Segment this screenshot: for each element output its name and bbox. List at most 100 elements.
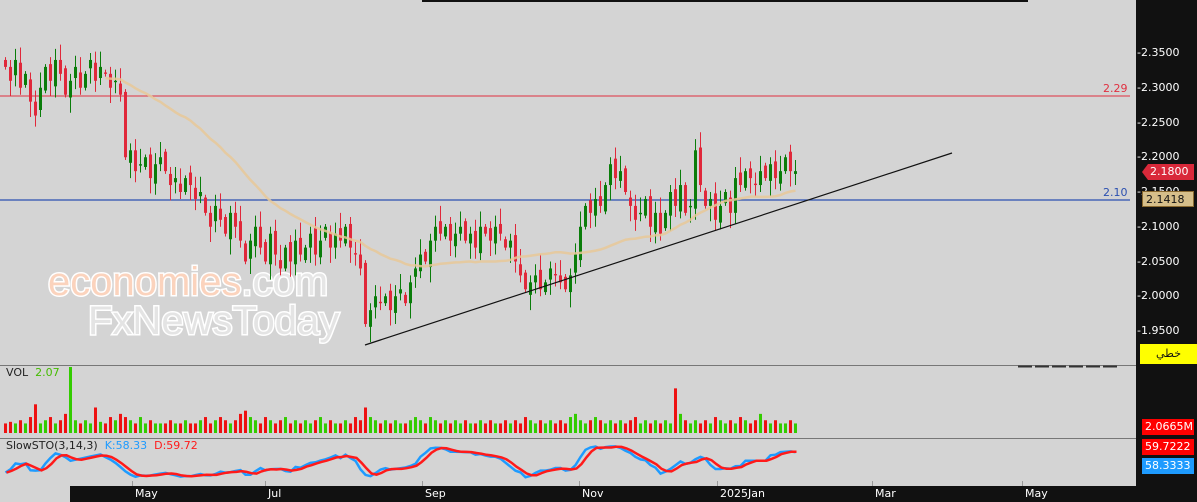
candle bbox=[604, 185, 607, 212]
candle bbox=[629, 197, 632, 206]
last-price-tag: 2.1800 bbox=[1142, 164, 1194, 180]
candle bbox=[294, 240, 297, 265]
candle bbox=[154, 164, 157, 184]
volume-bar bbox=[104, 423, 107, 433]
candle bbox=[209, 212, 212, 227]
volume-bar bbox=[109, 417, 112, 433]
candle bbox=[504, 239, 507, 248]
volume-bar bbox=[119, 413, 122, 433]
candle bbox=[229, 212, 232, 240]
candle bbox=[754, 183, 757, 186]
candle bbox=[29, 79, 32, 102]
candle bbox=[309, 233, 312, 248]
trendline[interactable] bbox=[364, 152, 953, 346]
candle bbox=[459, 226, 462, 234]
volume-bar bbox=[329, 420, 332, 433]
candle bbox=[494, 226, 497, 244]
candle bbox=[584, 205, 587, 227]
candle bbox=[534, 275, 537, 283]
candle bbox=[119, 83, 122, 95]
volume-bar bbox=[649, 423, 652, 433]
candle bbox=[104, 72, 107, 74]
volume-bar bbox=[9, 421, 12, 433]
volume-bar bbox=[279, 420, 282, 433]
candle bbox=[204, 197, 207, 213]
candle bbox=[399, 289, 402, 294]
candle bbox=[214, 205, 217, 222]
volume-bar bbox=[659, 423, 662, 433]
stoch-d-axis-tag: 59.7222 bbox=[1142, 439, 1194, 455]
volume-bar bbox=[134, 423, 137, 433]
volume-bar bbox=[794, 423, 797, 433]
volume-bar bbox=[524, 417, 527, 433]
candle bbox=[709, 198, 712, 206]
candle bbox=[489, 228, 492, 241]
stoch-k-axis-tag: 58.3333 bbox=[1142, 458, 1194, 474]
candle bbox=[389, 290, 392, 311]
volume-bar bbox=[739, 417, 742, 433]
candle bbox=[259, 226, 262, 248]
volume-bar bbox=[599, 420, 602, 433]
candle bbox=[384, 296, 387, 304]
volume-bar bbox=[369, 417, 372, 433]
volume-bar bbox=[324, 423, 327, 433]
candle bbox=[649, 196, 652, 227]
volume-bar bbox=[704, 420, 707, 433]
time-tick-label: May bbox=[135, 487, 158, 500]
candle bbox=[404, 294, 407, 304]
volume-bar bbox=[14, 423, 17, 433]
candle bbox=[339, 228, 342, 241]
support-label: 2.10 bbox=[1103, 186, 1128, 199]
volume-bar bbox=[124, 417, 127, 433]
volume-bar bbox=[149, 420, 152, 433]
time-tick-label: 2025Jan bbox=[720, 487, 765, 500]
volume-bar bbox=[434, 420, 437, 433]
candle bbox=[124, 91, 127, 158]
candle bbox=[739, 172, 742, 186]
candle bbox=[409, 282, 412, 304]
volume-bar bbox=[639, 423, 642, 433]
candle bbox=[679, 185, 682, 212]
candle bbox=[734, 178, 737, 213]
candle bbox=[279, 260, 282, 269]
candle bbox=[299, 237, 302, 255]
candle bbox=[394, 296, 397, 313]
stock-chart[interactable]: economies.com FxNewsToday bbox=[0, 0, 1197, 502]
candle bbox=[429, 240, 432, 268]
volume-bar bbox=[764, 420, 767, 433]
candle bbox=[469, 233, 472, 244]
candle bbox=[129, 150, 132, 163]
volume-bar bbox=[674, 388, 677, 433]
chart-mode-button[interactable]: خطي bbox=[1140, 344, 1197, 364]
candle bbox=[169, 173, 172, 186]
candle bbox=[689, 205, 692, 208]
candle bbox=[699, 147, 702, 186]
candle bbox=[144, 157, 147, 167]
volume-label: VOL 2.07 bbox=[6, 366, 60, 379]
volume-bar bbox=[254, 420, 257, 433]
time-tick-label: Jul bbox=[268, 487, 282, 500]
volume-bar bbox=[34, 404, 37, 433]
volume-bar bbox=[339, 423, 342, 433]
candle bbox=[289, 242, 292, 262]
price-tick-label: -2.3500 bbox=[1137, 46, 1180, 59]
candle bbox=[149, 154, 152, 179]
price-tick-label: -2.2000 bbox=[1137, 150, 1180, 164]
volume-bar bbox=[509, 423, 512, 433]
volume-bar bbox=[734, 423, 737, 433]
volume-bar bbox=[64, 413, 67, 433]
volume-bar bbox=[189, 423, 192, 433]
volume-bar bbox=[479, 420, 482, 433]
volume-bar bbox=[444, 420, 447, 433]
volume-bar bbox=[709, 423, 712, 433]
candle bbox=[719, 205, 722, 223]
volume-bar bbox=[374, 420, 377, 433]
candle bbox=[94, 62, 97, 81]
candle bbox=[554, 274, 557, 276]
candle bbox=[359, 254, 362, 269]
candle bbox=[224, 217, 227, 234]
volume-bar bbox=[204, 417, 207, 433]
volume-bar bbox=[244, 410, 247, 433]
volume-bar bbox=[404, 423, 407, 433]
candle bbox=[634, 205, 637, 220]
